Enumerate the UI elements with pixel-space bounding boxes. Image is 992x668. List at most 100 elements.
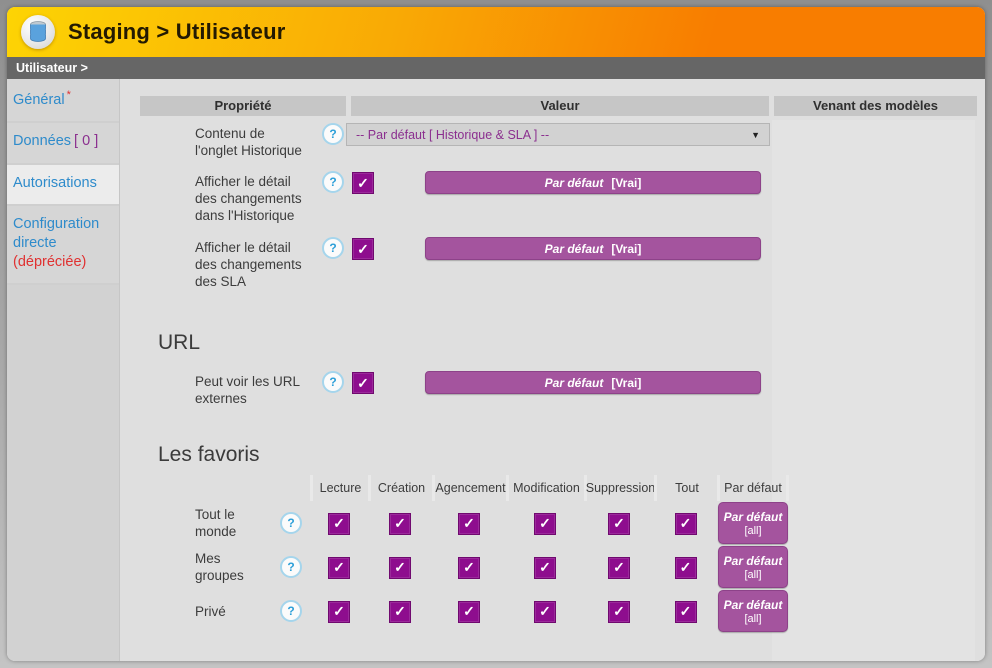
help-icon[interactable]: ? xyxy=(322,237,344,259)
detail-sla-checkbox[interactable]: ✓ xyxy=(352,238,374,260)
sidebar-item-label: Autorisations xyxy=(13,175,97,191)
favorites-row-prive: Privé ? ✓ ✓ ✓ ✓ ✓ ✓ Par défaut [all] xyxy=(195,589,985,633)
question-glyph: ? xyxy=(287,604,294,618)
section-title-url: URL xyxy=(158,331,985,355)
mes-groupes-creation-checkbox[interactable]: ✓ xyxy=(389,557,411,579)
check-icon: ✓ xyxy=(357,175,369,192)
url-externes-default-button[interactable]: Par défaut [Vrai] xyxy=(425,371,761,394)
check-icon: ✓ xyxy=(539,559,551,576)
section-title-favoris: Les favoris xyxy=(158,443,985,467)
help-icon[interactable]: ? xyxy=(322,123,344,145)
help-icon[interactable]: ? xyxy=(280,512,302,534)
check-icon: ✓ xyxy=(613,603,625,620)
property-row-detail-historique: Afficher le détail des changements dans … xyxy=(195,171,985,237)
property-label: Afficher le détail des changements des S… xyxy=(195,237,307,290)
check-icon: ✓ xyxy=(539,515,551,532)
button-value: [Vrai] xyxy=(611,242,641,256)
button-value: [all] xyxy=(744,613,761,625)
property-row-detail-sla: Afficher le détail des changements des S… xyxy=(195,237,985,303)
detail-sla-default-button[interactable]: Par défaut [Vrai] xyxy=(425,237,761,260)
favorites-row-label: Tout le monde xyxy=(195,506,265,540)
database-cylinder-glyph xyxy=(29,21,47,43)
application-window: Staging > Utilisateur Utilisateur > Géné… xyxy=(7,7,985,661)
tout-le-monde-creation-checkbox[interactable]: ✓ xyxy=(389,513,411,535)
historique-content-select[interactable]: -- Par défaut [ Historique & SLA ] -- ▼ xyxy=(346,123,770,146)
tout-le-monde-tout-checkbox[interactable]: ✓ xyxy=(675,513,697,535)
detail-historique-checkbox[interactable]: ✓ xyxy=(352,172,374,194)
mes-groupes-tout-checkbox[interactable]: ✓ xyxy=(675,557,697,579)
help-icon[interactable]: ? xyxy=(280,600,302,622)
favorites-column-creation: Création xyxy=(368,475,432,501)
help-icon[interactable]: ? xyxy=(322,171,344,193)
check-icon: ✓ xyxy=(680,515,692,532)
sidebar-item-configuration-directe[interactable]: Configuration directe (dépréciée) xyxy=(7,206,119,285)
prive-tout-checkbox[interactable]: ✓ xyxy=(675,601,697,623)
select-value: -- Par défaut [ Historique & SLA ] -- xyxy=(356,128,751,142)
column-header-valeur: Valeur xyxy=(351,96,769,116)
check-icon: ✓ xyxy=(333,515,345,532)
favorites-row-label: Mes groupes xyxy=(195,550,265,584)
favorites-column-modification: Modification xyxy=(506,475,584,501)
button-label: Par défaut xyxy=(545,242,604,256)
check-icon: ✓ xyxy=(357,241,369,258)
property-label: Contenu de l'onglet Historique xyxy=(195,123,307,159)
mes-groupes-agencement-checkbox[interactable]: ✓ xyxy=(458,557,480,579)
mes-groupes-lecture-checkbox[interactable]: ✓ xyxy=(328,557,350,579)
tout-le-monde-lecture-checkbox[interactable]: ✓ xyxy=(328,513,350,535)
prive-creation-checkbox[interactable]: ✓ xyxy=(389,601,411,623)
check-icon: ✓ xyxy=(463,515,475,532)
button-label: Par défaut xyxy=(724,598,783,612)
help-icon[interactable]: ? xyxy=(322,371,344,393)
page-header: Staging > Utilisateur xyxy=(7,7,985,57)
question-glyph: ? xyxy=(329,127,336,141)
sidebar-item-donnees[interactable]: Données[ 0 ] xyxy=(7,123,119,165)
prive-default-button[interactable]: Par défaut [all] xyxy=(718,590,788,632)
check-icon: ✓ xyxy=(463,559,475,576)
sidebar-item-label: Général xyxy=(13,92,65,108)
check-icon: ✓ xyxy=(680,559,692,576)
favorites-column-agencement: Agencement xyxy=(432,475,506,501)
prive-suppression-checkbox[interactable]: ✓ xyxy=(608,601,630,623)
chevron-down-icon: ▼ xyxy=(751,130,760,140)
favorites-row-label: Privé xyxy=(195,603,265,620)
sidebar: Général* Données[ 0 ] Autorisations Conf… xyxy=(7,79,119,661)
favorites-column-tout: Tout xyxy=(654,475,717,501)
page-title: Staging > Utilisateur xyxy=(68,19,286,45)
database-icon xyxy=(21,15,55,49)
url-externes-checkbox[interactable]: ✓ xyxy=(352,372,374,394)
favorites-header-row: Lecture Création Agencement Modification… xyxy=(195,475,985,501)
favorites-column-suppression: Suppression xyxy=(584,475,654,501)
prive-agencement-checkbox[interactable]: ✓ xyxy=(458,601,480,623)
check-icon: ✓ xyxy=(394,559,406,576)
button-value: [all] xyxy=(744,569,761,581)
button-value: [Vrai] xyxy=(611,176,641,190)
property-row-historique-content: Contenu de l'onglet Historique ? -- Par … xyxy=(195,123,985,171)
prive-modification-checkbox[interactable]: ✓ xyxy=(534,601,556,623)
check-icon: ✓ xyxy=(680,603,692,620)
tout-le-monde-suppression-checkbox[interactable]: ✓ xyxy=(608,513,630,535)
help-icon[interactable]: ? xyxy=(280,556,302,578)
mes-groupes-suppression-checkbox[interactable]: ✓ xyxy=(608,557,630,579)
sidebar-item-label: Données xyxy=(13,133,71,149)
sidebar-item-autorisations[interactable]: Autorisations xyxy=(7,165,119,207)
button-label: Par défaut xyxy=(545,176,604,190)
check-icon: ✓ xyxy=(394,603,406,620)
check-icon: ✓ xyxy=(333,603,345,620)
tout-le-monde-agencement-checkbox[interactable]: ✓ xyxy=(458,513,480,535)
breadcrumb[interactable]: Utilisateur > xyxy=(7,57,985,79)
breadcrumb-label: Utilisateur > xyxy=(16,61,88,75)
mes-groupes-modification-checkbox[interactable]: ✓ xyxy=(534,557,556,579)
prive-lecture-checkbox[interactable]: ✓ xyxy=(328,601,350,623)
tout-le-monde-default-button[interactable]: Par défaut [all] xyxy=(718,502,788,544)
property-label: Peut voir les URL externes xyxy=(195,371,307,407)
mes-groupes-default-button[interactable]: Par défaut [all] xyxy=(718,546,788,588)
tout-le-monde-modification-checkbox[interactable]: ✓ xyxy=(534,513,556,535)
check-icon: ✓ xyxy=(539,603,551,620)
check-icon: ✓ xyxy=(463,603,475,620)
column-header-propriete: Propriété xyxy=(140,96,346,116)
detail-historique-default-button[interactable]: Par défaut [Vrai] xyxy=(425,171,761,194)
sidebar-item-general[interactable]: Général* xyxy=(7,79,119,123)
property-label: Afficher le détail des changements dans … xyxy=(195,171,307,224)
button-label: Par défaut xyxy=(724,554,783,568)
check-icon: ✓ xyxy=(613,559,625,576)
